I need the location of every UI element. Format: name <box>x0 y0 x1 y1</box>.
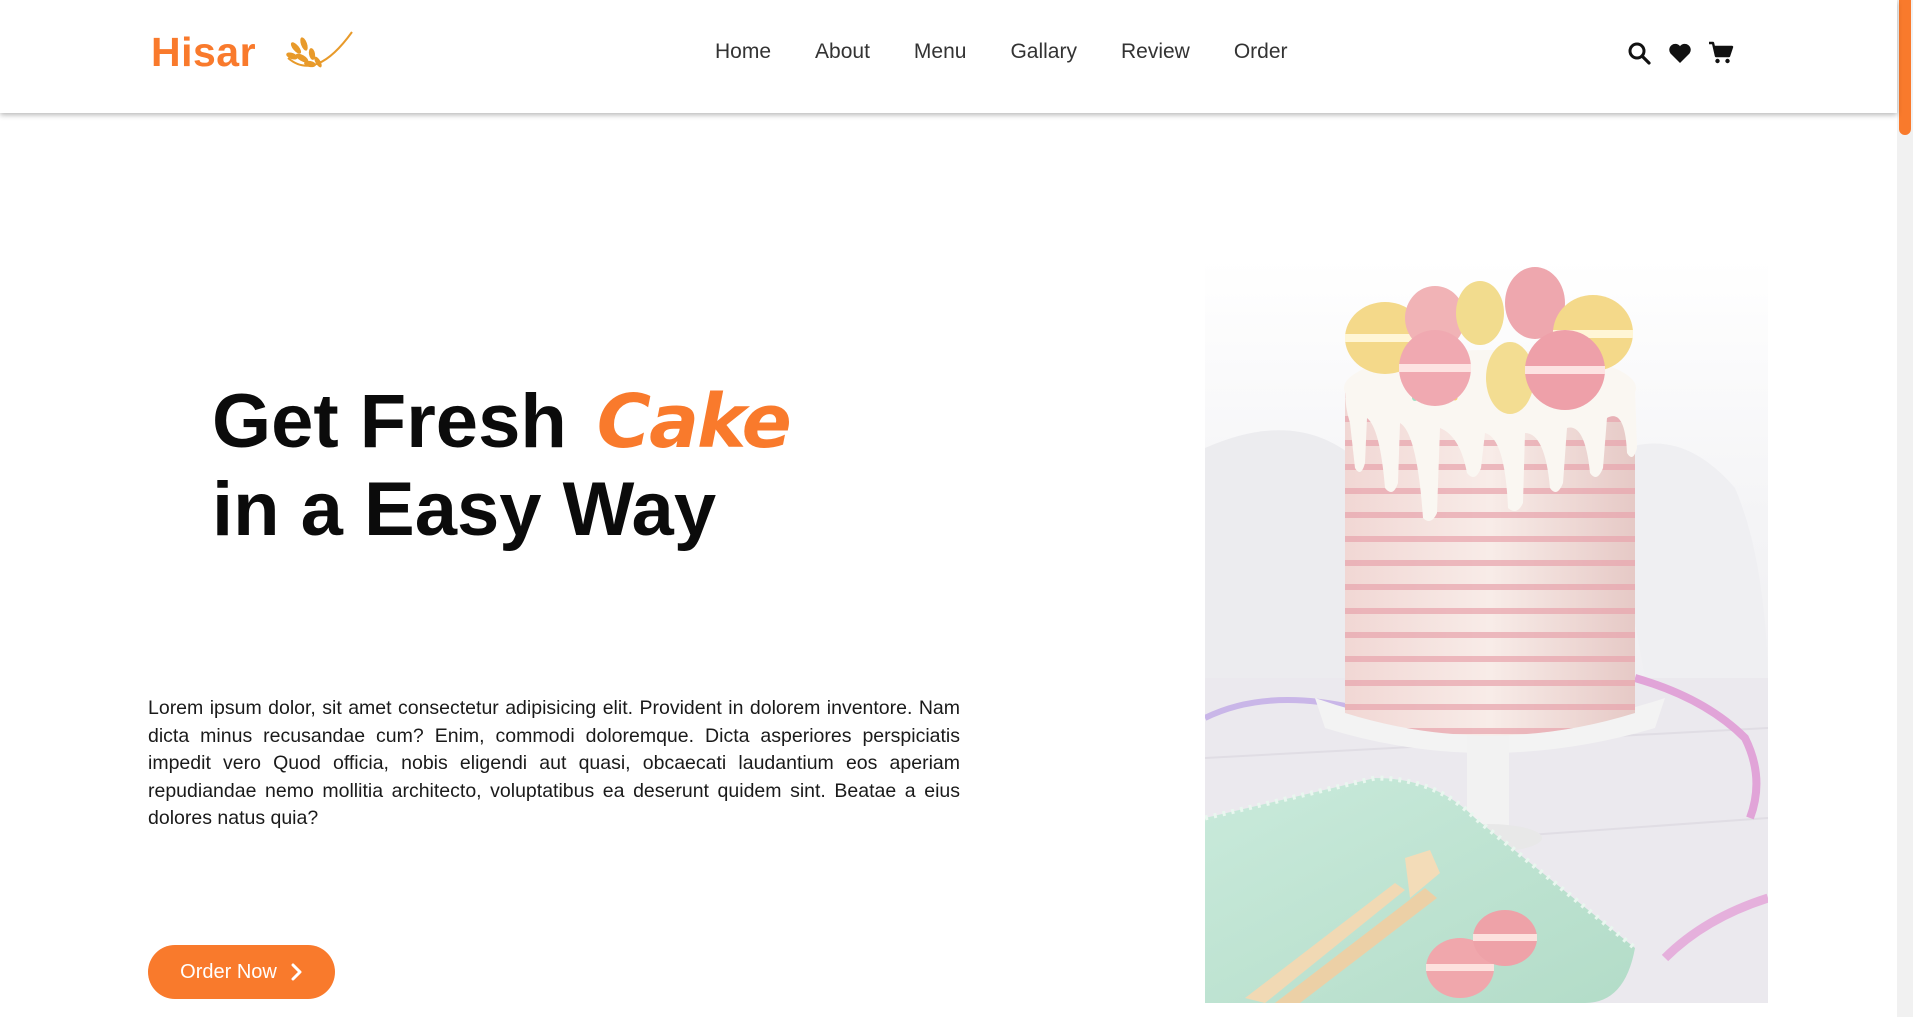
search-icon <box>1628 42 1651 65</box>
logo[interactable]: Hisar <box>151 28 358 76</box>
cake-illustration <box>1205 258 1768 1003</box>
order-now-button[interactable]: Order Now <box>148 945 335 999</box>
site-header: Hisar Home About Menu Gallary Review Ord… <box>0 0 1897 113</box>
heart-icon <box>1669 43 1691 63</box>
nav-menu[interactable]: Menu <box>914 40 967 64</box>
hero-title-accent: Cake <box>596 379 792 465</box>
cart-button[interactable] <box>1708 40 1734 66</box>
wheat-icon <box>286 31 353 68</box>
nav-gallary[interactable]: Gallary <box>1010 40 1077 64</box>
nav-order[interactable]: Order <box>1234 40 1288 64</box>
chevron-right-icon <box>291 963 302 981</box>
cart-icon <box>1709 41 1734 64</box>
nav-about[interactable]: About <box>815 40 870 64</box>
hero-description: Lorem ipsum dolor, sit amet consectetur … <box>148 697 960 829</box>
header-icons <box>1626 40 1734 66</box>
main-nav: Home About Menu Gallary Review Order <box>715 40 1288 64</box>
hero-cake-image <box>1205 258 1768 1003</box>
scrollbar-thumb[interactable] <box>1899 0 1911 135</box>
search-button[interactable] <box>1626 40 1652 66</box>
order-now-label: Order Now <box>180 960 277 983</box>
nav-review[interactable]: Review <box>1121 40 1190 64</box>
hero-title-part1: Get Fresh <box>212 379 567 464</box>
wishlist-button[interactable] <box>1667 40 1693 66</box>
hero-title-line2: in a Easy Way <box>212 467 717 552</box>
brand-name[interactable]: Hisar <box>151 29 256 76</box>
hero-title: Get Fresh Cake in a Easy Way <box>212 378 792 553</box>
nav-home[interactable]: Home <box>715 40 771 64</box>
page-scrollbar[interactable] <box>1897 0 1913 1017</box>
